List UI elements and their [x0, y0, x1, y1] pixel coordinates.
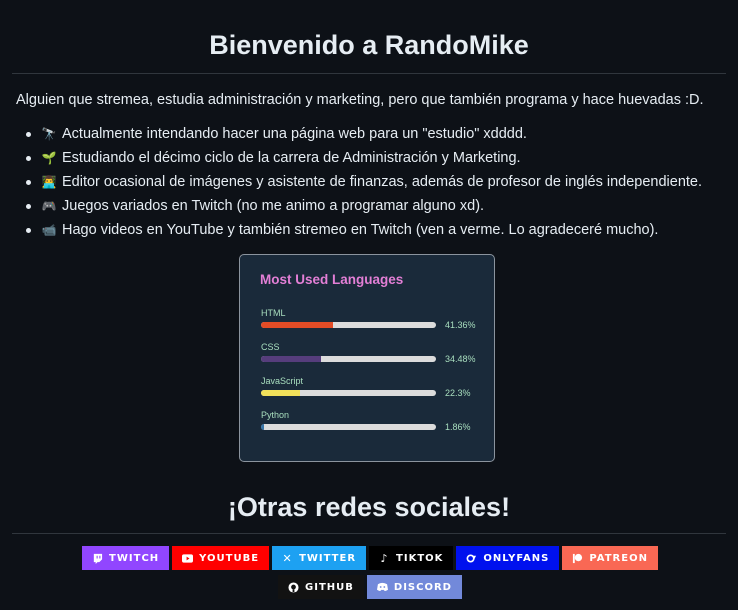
tiktok-badge[interactable]: ♪ TIKTOK [369, 546, 454, 570]
language-percent: 1.86% [445, 422, 471, 432]
language-percent: 41.36% [445, 320, 476, 330]
fact-text: Hago videos en YouTube y también stremeo… [62, 222, 659, 238]
language-bar-track [261, 424, 436, 430]
language-name: Python [261, 410, 290, 420]
twitter-icon: ✕ [282, 551, 293, 565]
language-row: HTML 41.36% [261, 307, 481, 330]
language-row: CSS 34.48% [261, 341, 481, 364]
facts-list: 🔭 Actualmente intendando hacer una página… [22, 124, 702, 244]
telescope-icon: 🔭 [41, 127, 57, 141]
fact-text: Juegos variados en Twitch (no me animo a… [62, 198, 485, 214]
intro-text: Alguien que stremea, estudia administrac… [16, 92, 704, 108]
youtube-icon [182, 553, 194, 564]
laptop-person-icon: 👨‍💻 [41, 175, 57, 189]
most-used-languages-card: Most Used Languages HTML 41.36% CSS 34.48% J… [239, 254, 495, 462]
language-name: HTML [261, 308, 286, 318]
fact-text: Editor ocasional de imágenes y asistente… [62, 174, 703, 190]
card-title: Most Used Languages [260, 272, 404, 287]
github-icon [288, 581, 299, 593]
language-percent: 22.3% [445, 388, 471, 398]
language-bar-track [261, 322, 436, 328]
discord-icon [376, 582, 388, 593]
badge-label: DISCORD [393, 581, 452, 593]
badge-label: ONLYFANS [483, 552, 550, 564]
twitch-badge[interactable]: TWITCH [82, 546, 170, 570]
fact-text: Actualmente intendando hacer una página … [62, 126, 527, 142]
twitter-badge[interactable]: ✕ TWITTER [272, 546, 367, 570]
page-title: Bienvenido a RandoMike [209, 30, 529, 60]
github-badge[interactable]: GITHUB [278, 575, 364, 599]
twitch-icon [92, 553, 103, 564]
badge-label: TIKTOK [396, 552, 444, 564]
fact-item: 📹 Hago videos en YouTube y también streme… [22, 220, 702, 244]
youtube-badge[interactable]: YOUTUBE [172, 546, 270, 570]
onlyfans-badge[interactable]: ONLYFANS [456, 546, 560, 570]
language-bar-fill [261, 356, 322, 362]
title-divider [12, 73, 726, 74]
language-name: JavaScript [261, 376, 304, 386]
language-bar-track [261, 390, 436, 396]
gamepad-icon: 🎮 [41, 199, 57, 213]
language-bar-fill [261, 322, 334, 328]
patreon-badge[interactable]: PATREON [562, 546, 658, 570]
fact-item: 👨‍💻 Editor ocasional de imágenes y asiste… [22, 172, 702, 196]
fact-item: 🔭 Actualmente intendando hacer una página… [22, 124, 702, 148]
badge-label: PATREON [589, 552, 648, 564]
socials-title: ¡Otras redes sociales! [227, 492, 511, 522]
badge-label: GITHUB [305, 581, 354, 593]
fact-text: Estudiando el décimo ciclo de la carrera… [62, 150, 521, 166]
video-camera-icon: 📹 [41, 223, 57, 237]
language-name: CSS [261, 342, 280, 352]
socials-divider [12, 533, 726, 534]
language-bar-fill [261, 390, 301, 396]
language-bar-track [261, 356, 436, 362]
language-bar-fill [261, 424, 265, 430]
language-row: JavaScript 22.3% [261, 375, 481, 398]
badge-label: YOUTUBE [199, 552, 260, 564]
badge-label: TWITCH [109, 552, 160, 564]
tiktok-icon: ♪ [380, 551, 389, 565]
fact-item: 🌱 Estudiando el décimo ciclo de la carrer… [22, 148, 702, 172]
seedling-icon: 🌱 [41, 151, 57, 165]
onlyfans-icon [466, 553, 477, 564]
patreon-icon [572, 553, 583, 564]
discord-badge[interactable]: DISCORD [366, 575, 462, 599]
fact-item: 🎮 Juegos variados en Twitch (no me animo … [22, 196, 702, 220]
language-percent: 34.48% [445, 354, 476, 364]
language-row: Python 1.86% [261, 409, 481, 432]
social-badges: TWITCH YOUTUBE ✕ TWITTER ♪ TIKTOK ONLYFANS PATR… [40, 546, 700, 599]
badge-label: TWITTER [299, 552, 357, 564]
